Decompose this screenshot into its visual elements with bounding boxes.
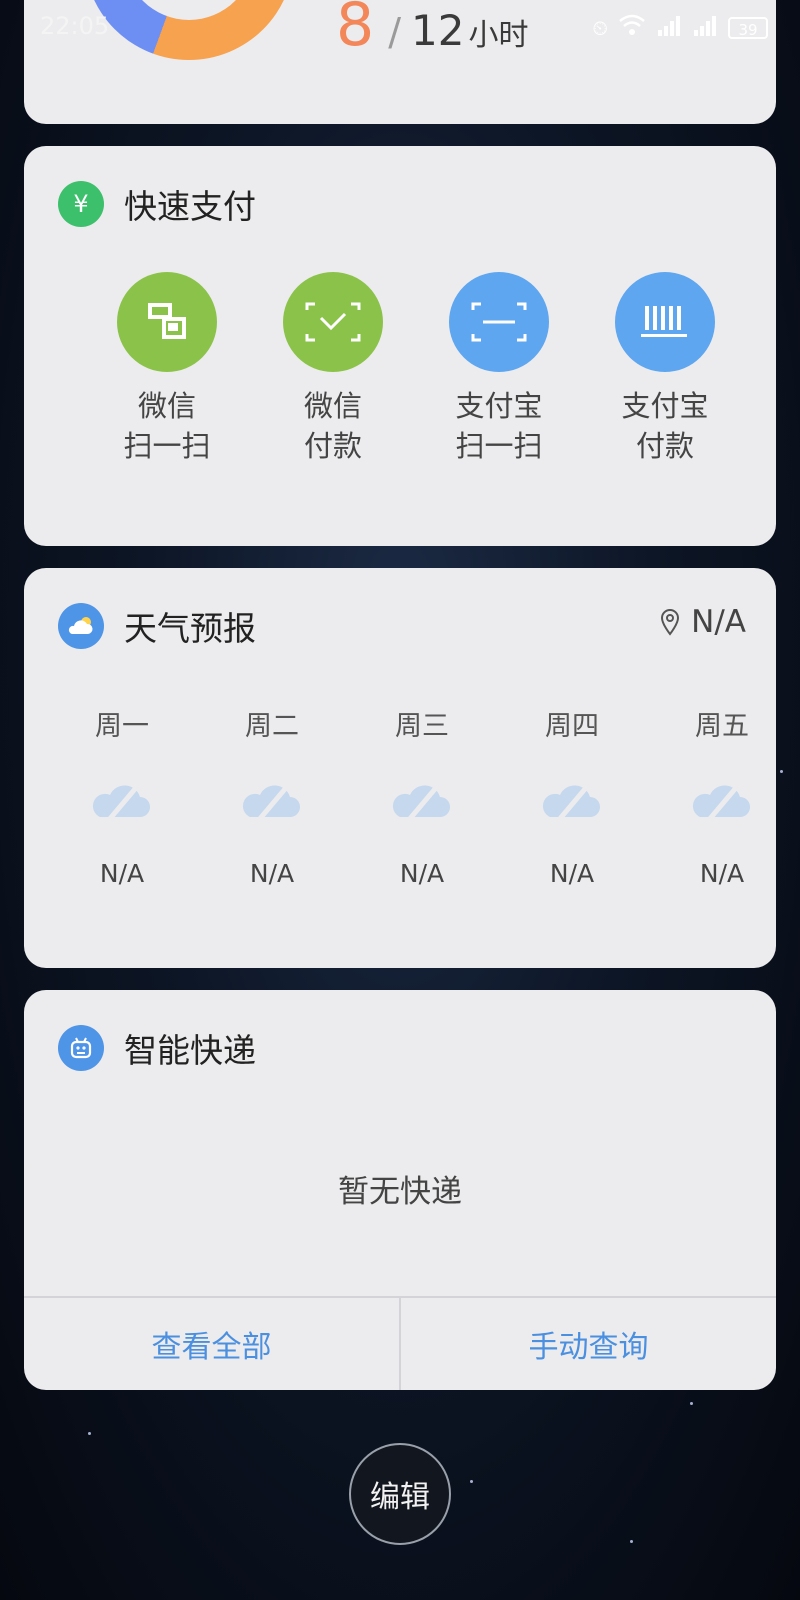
battery-icon: 39	[728, 16, 768, 39]
manual-query-button[interactable]: 手动查询	[399, 1298, 776, 1390]
status-time: 22:05	[40, 12, 110, 40]
weather-header: 天气预报	[58, 602, 256, 650]
weather-day: 周二 N/A	[202, 704, 342, 888]
wechat-pay-button[interactable]: 微信 付款	[258, 272, 408, 466]
alipay-scan-icon	[449, 272, 549, 372]
weather-icon	[58, 603, 104, 649]
star-decoration	[690, 1402, 693, 1405]
day-name: 周四	[545, 711, 599, 742]
wechat-scan-icon	[117, 272, 217, 372]
pay-label-line1: 微信	[137, 389, 196, 423]
signal-4g-icon	[656, 14, 682, 41]
cloud-unavailable-icon	[92, 781, 150, 823]
status-icons: ⏲ 39	[592, 14, 768, 41]
express-card: 智能快递 暂无快递 查看全部 手动查询	[24, 990, 776, 1390]
day-name: 周一	[95, 711, 149, 742]
pay-label-line2: 付款	[635, 429, 694, 463]
alipay-pay-icon	[615, 272, 715, 372]
weather-location[interactable]: N/A	[659, 604, 746, 640]
day-temp: N/A	[699, 859, 745, 888]
express-empty-text: 暂无快递	[338, 1174, 462, 1210]
cloud-unavailable-icon	[392, 781, 450, 823]
day-temp: N/A	[549, 859, 595, 888]
day-name: 周五	[695, 711, 749, 742]
yuan-icon: ¥	[58, 181, 104, 227]
express-robot-icon	[58, 1025, 104, 1071]
cloud-unavailable-icon	[542, 781, 600, 823]
quick-pay-grid: 微信 扫一扫 微信 付款 支付宝 扫一扫 支付宝 付款	[24, 272, 776, 492]
signal-4g-icon	[692, 14, 718, 41]
star-decoration	[470, 1480, 473, 1483]
location-pin-icon	[661, 608, 680, 636]
pay-label-line1: 支付宝	[455, 389, 543, 423]
alipay-scan-button[interactable]: 支付宝 扫一扫	[424, 272, 574, 466]
pay-label-line2: 扫一扫	[455, 429, 543, 463]
pay-label-line1: 微信	[303, 389, 362, 423]
status-bar: 22:05 ⏲ 39	[0, 0, 800, 54]
wechat-pay-icon	[283, 272, 383, 372]
pay-label-line2: 扫一扫	[123, 429, 211, 463]
quick-pay-title: 快速支付	[124, 187, 256, 226]
weather-title: 天气预报	[124, 609, 256, 648]
day-name: 周二	[245, 711, 299, 742]
pay-label-line2: 付款	[303, 429, 362, 463]
weather-day: 周一 N/A	[52, 704, 192, 888]
quick-pay-header: ¥ 快速支付	[58, 180, 256, 228]
pay-label-line1: 支付宝	[621, 389, 709, 423]
day-temp: N/A	[99, 859, 145, 888]
weather-day: 周三 N/A	[352, 704, 492, 888]
day-temp: N/A	[249, 859, 295, 888]
cloud-unavailable-icon	[242, 781, 300, 823]
day-temp: N/A	[399, 859, 445, 888]
weather-day: 周五 N/A	[652, 704, 776, 888]
alipay-pay-button[interactable]: 支付宝 付款	[590, 272, 740, 466]
star-decoration	[780, 770, 783, 773]
express-title: 智能快递	[124, 1031, 256, 1070]
location-text: N/A	[691, 604, 746, 640]
quick-pay-card: ¥ 快速支付 微信 扫一扫 微信 付款 支付宝 扫一扫 支付宝 付款	[24, 146, 776, 546]
alarm-icon: ⏲	[592, 15, 608, 40]
cloud-unavailable-icon	[692, 781, 750, 823]
day-name: 周三	[395, 711, 449, 742]
weather-card[interactable]: 天气预报 N/A 周一 N/A 周二 N/A 周三 N/A 周四 N/A 周五	[24, 568, 776, 968]
wechat-scan-button[interactable]: 微信 扫一扫	[92, 272, 242, 466]
star-decoration	[630, 1540, 633, 1543]
weather-day: 周四 N/A	[502, 704, 642, 888]
edit-button[interactable]: 编辑	[349, 1443, 451, 1545]
view-all-button[interactable]: 查看全部	[24, 1298, 399, 1390]
wifi-icon	[618, 14, 646, 41]
star-decoration	[88, 1432, 91, 1435]
express-actions: 查看全部 手动查询	[24, 1296, 776, 1390]
express-header: 智能快递	[58, 1024, 256, 1072]
